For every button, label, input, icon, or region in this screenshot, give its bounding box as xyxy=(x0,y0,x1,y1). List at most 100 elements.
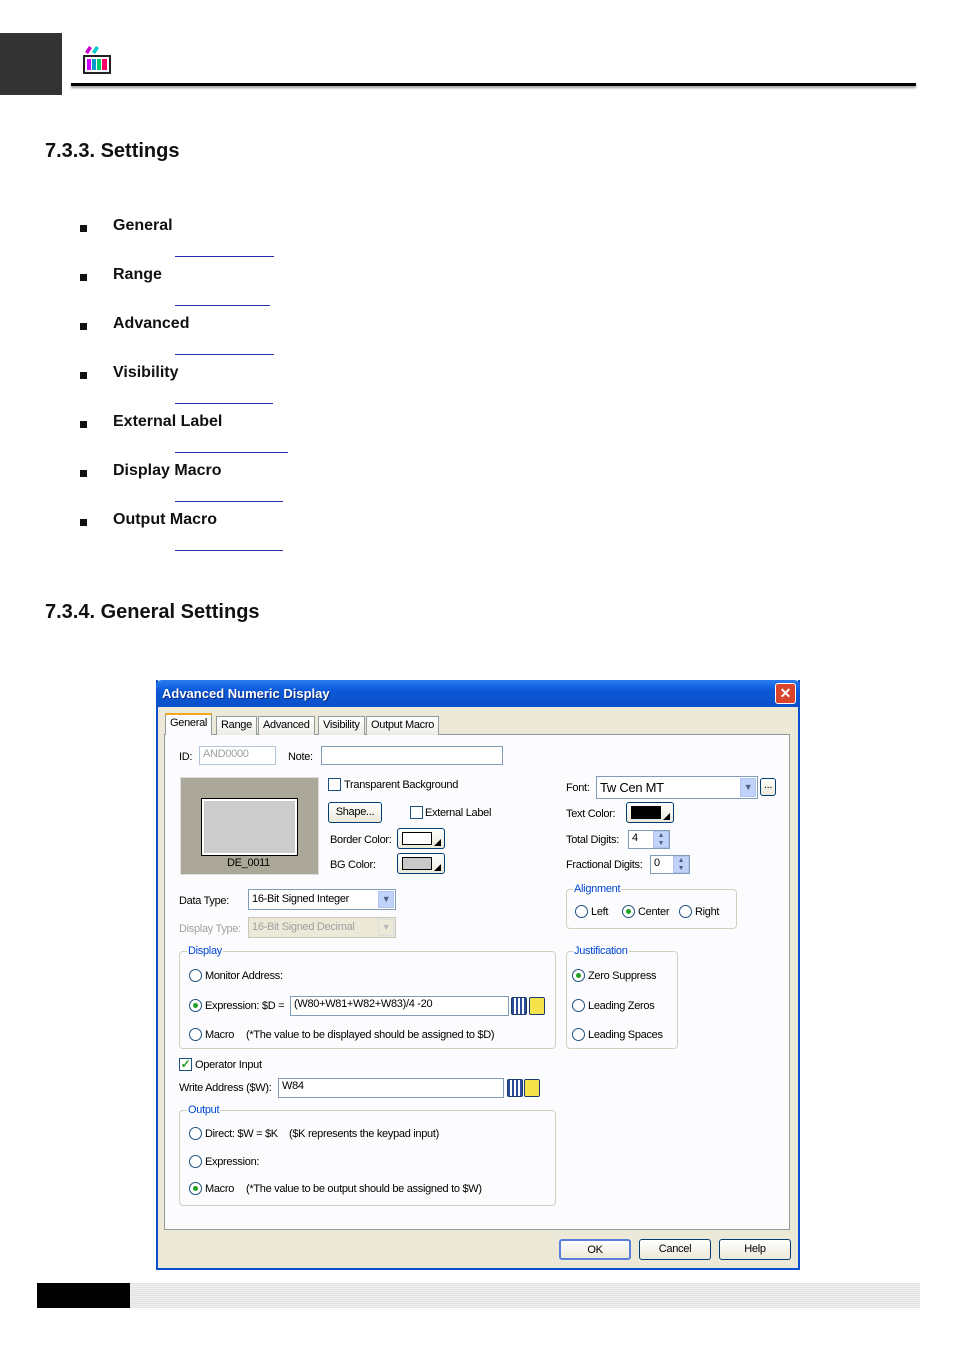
monitor-address-radio[interactable] xyxy=(189,969,202,982)
settings-list-item: Display Macro xyxy=(113,462,222,479)
spinner-arrows-icon[interactable]: ▲ ▼ xyxy=(673,856,689,873)
tab-visibility[interactable]: Visibility xyxy=(318,716,365,735)
display-macro-radio[interactable] xyxy=(189,1028,202,1041)
output-macro-label: Macro xyxy=(205,1183,235,1195)
text-color-picker[interactable] xyxy=(626,802,674,823)
output-expression-label: Expression: xyxy=(205,1156,260,1168)
address-tag-icon[interactable] xyxy=(529,997,545,1015)
align-right-label: Right xyxy=(695,906,720,918)
tab-output-macro[interactable]: Output Macro xyxy=(366,716,440,735)
close-button[interactable]: ✕ xyxy=(775,683,796,704)
leading-zeros-label: Leading Zeros xyxy=(588,1000,655,1012)
monitor-address-label: Monitor Address: xyxy=(205,970,283,982)
align-left-radio[interactable] xyxy=(575,905,588,918)
settings-list-item: External Label xyxy=(113,413,223,430)
external-label-checkbox[interactable] xyxy=(410,806,423,819)
display-macro-label: Macro xyxy=(205,1029,235,1041)
note-field[interactable] xyxy=(321,746,503,765)
font-select[interactable]: Tw Cen MT xyxy=(596,776,758,799)
preview-label: DE_0011 xyxy=(227,857,270,869)
shape-button[interactable]: Shape... xyxy=(328,802,382,823)
calculator-icon[interactable] xyxy=(507,1079,523,1097)
text-color-label: Text Color: xyxy=(566,808,616,820)
font-more-button[interactable]: ... xyxy=(760,778,776,796)
settings-list-item: Visibility xyxy=(113,364,179,381)
header-dark-block xyxy=(0,33,62,95)
footer-bar xyxy=(130,1283,920,1308)
link-underline[interactable] xyxy=(175,305,270,306)
data-type-select[interactable]: 16-Bit Signed Integer xyxy=(248,889,396,910)
align-center-radio[interactable] xyxy=(622,905,635,918)
transparent-background-label: Transparent Background xyxy=(344,779,459,791)
leading-spaces-radio[interactable] xyxy=(572,1028,585,1041)
leading-zeros-radio[interactable] xyxy=(572,999,585,1012)
tab-general[interactable]: General xyxy=(165,713,213,735)
align-right-radio[interactable] xyxy=(679,905,692,918)
align-center-label: Center xyxy=(638,906,670,918)
settings-list-item: Advanced xyxy=(113,315,190,332)
output-expression-radio[interactable] xyxy=(189,1155,202,1168)
zero-suppress-radio[interactable] xyxy=(572,969,585,982)
justification-title: Justification xyxy=(573,945,629,957)
data-type-label: Data Type: xyxy=(179,895,229,907)
font-label: Font: xyxy=(566,782,590,794)
bg-color-picker[interactable] xyxy=(397,853,445,874)
header-rule xyxy=(71,83,916,86)
settings-list-item: Output Macro xyxy=(113,511,217,528)
write-address-label: Write Address ($W): xyxy=(179,1082,272,1094)
id-label: ID: xyxy=(179,751,193,763)
output-direct-note: ($K represents the keypad input) xyxy=(289,1128,439,1140)
display-expression-label: Expression: $D = xyxy=(205,1000,285,1012)
bullet-icon xyxy=(80,323,87,330)
tab-range[interactable]: Range xyxy=(216,716,257,735)
link-underline[interactable] xyxy=(175,452,288,453)
dropdown-arrow-icon xyxy=(434,839,441,846)
output-direct-radio[interactable] xyxy=(189,1127,202,1140)
chevron-down-icon[interactable]: ▼ xyxy=(740,778,756,797)
link-underline[interactable] xyxy=(175,550,283,551)
text-color-swatch xyxy=(631,806,661,819)
section-title: 7.3.3. Settings xyxy=(45,140,180,162)
fractional-digits-label: Fractional Digits: xyxy=(566,859,643,871)
link-underline[interactable] xyxy=(175,403,273,404)
bullet-icon xyxy=(80,519,87,526)
dialog-title: Advanced Numeric Display xyxy=(162,686,330,701)
spinner-arrows-icon[interactable]: ▲ ▼ xyxy=(653,831,669,848)
tab-advanced[interactable]: Advanced xyxy=(258,716,315,735)
border-color-swatch xyxy=(402,832,432,845)
display-expression-radio[interactable] xyxy=(189,999,202,1012)
calculator-icon[interactable] xyxy=(511,997,527,1015)
settings-list-item: Range xyxy=(113,266,162,283)
transparent-background-checkbox[interactable] xyxy=(328,778,341,791)
output-macro-radio[interactable] xyxy=(189,1182,202,1195)
close-icon: ✕ xyxy=(779,685,792,701)
chevron-down-icon[interactable]: ▼ xyxy=(378,891,394,908)
display-type-select[interactable]: 16-Bit Signed Decimal xyxy=(248,917,396,938)
display-expression-field[interactable]: (W80+W81+W82+W83)/4 -20 xyxy=(290,996,509,1016)
link-underline[interactable] xyxy=(175,256,274,257)
border-color-picker[interactable] xyxy=(397,828,445,849)
display-type-label: Display Type: xyxy=(179,923,241,935)
bullet-icon xyxy=(80,274,87,281)
help-button[interactable]: Help xyxy=(719,1239,791,1260)
output-macro-note: (*The value to be output should be assig… xyxy=(246,1183,482,1195)
bullet-icon xyxy=(80,372,87,379)
address-tag-icon[interactable] xyxy=(524,1079,540,1097)
link-underline[interactable] xyxy=(175,354,274,355)
operator-input-label: Operator Input xyxy=(195,1059,262,1071)
dropdown-arrow-icon xyxy=(434,864,441,871)
display-title: Display xyxy=(187,945,223,957)
output-direct-label: Direct: $W = $K xyxy=(205,1128,278,1140)
cancel-button[interactable]: Cancel xyxy=(639,1239,711,1260)
settings-list-item: General xyxy=(113,217,173,234)
id-field[interactable]: AND0000 xyxy=(199,746,276,765)
border-color-label: Border Color: xyxy=(330,834,392,846)
display-macro-note: (*The value to be displayed should be as… xyxy=(246,1029,495,1041)
bullet-icon xyxy=(80,225,87,232)
write-address-field[interactable]: W84 xyxy=(278,1078,504,1098)
external-label-label: External Label xyxy=(425,807,492,819)
ok-button[interactable]: OK xyxy=(559,1239,631,1260)
operator-input-checkbox[interactable]: ✓ xyxy=(179,1058,192,1071)
link-underline[interactable] xyxy=(175,501,283,502)
output-title: Output xyxy=(187,1104,221,1116)
